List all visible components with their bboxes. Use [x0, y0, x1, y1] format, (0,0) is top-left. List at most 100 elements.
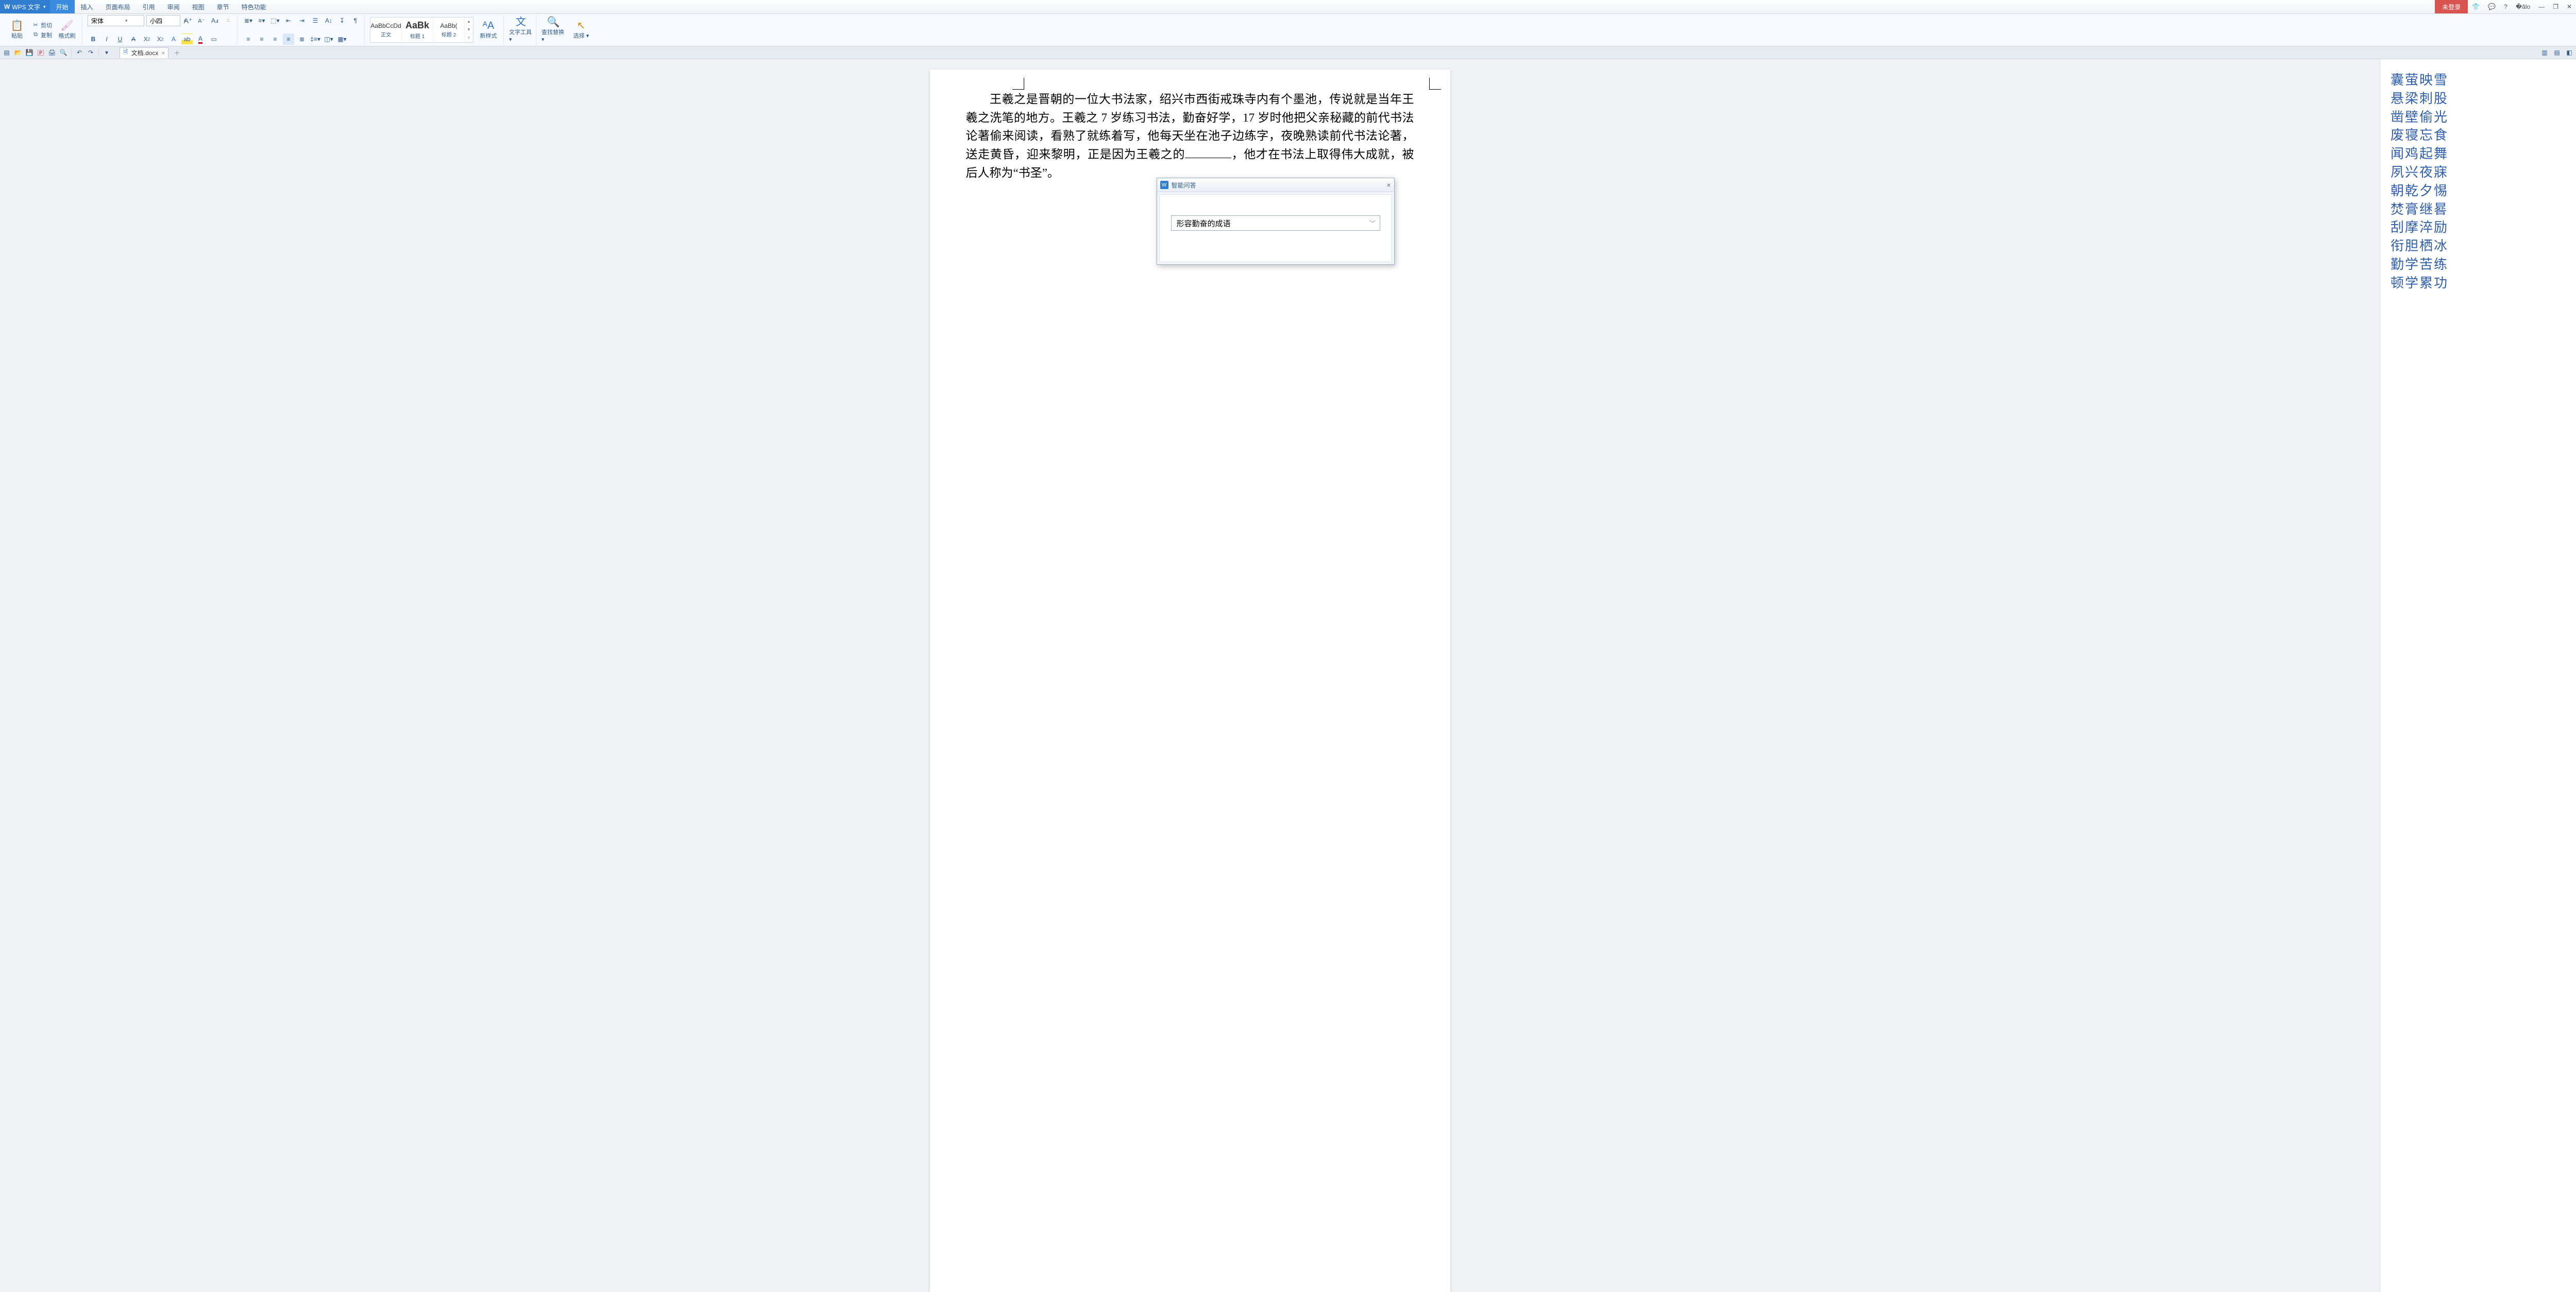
idiom-item[interactable]: 顿学累功 — [2391, 275, 2566, 292]
menu-tab-special[interactable]: 特色功能 — [235, 0, 273, 13]
page[interactable]: 王羲之是晋朝的一位大书法家，绍兴市西街戒珠寺内有个墨池，传说就是当年王羲之洗笔的… — [930, 70, 1450, 1292]
help-icon[interactable]: ? — [2500, 0, 2512, 13]
style-heading2[interactable]: AaBb( 标题 2 — [433, 18, 465, 42]
nav-pane-icon[interactable]: ▥ — [2540, 48, 2549, 57]
minimize-button[interactable]: — — [2534, 0, 2549, 13]
align-center-button[interactable]: ≡ — [256, 33, 267, 45]
borders-button[interactable]: ▦▾ — [336, 33, 348, 45]
char-border-button[interactable]: ▭ — [208, 33, 219, 45]
idiom-item[interactable]: 刮摩淬励 — [2391, 219, 2566, 236]
align-justify-button[interactable]: ≡ — [283, 33, 294, 45]
font-size-combo[interactable]: ▾ — [146, 15, 180, 26]
align-right-button[interactable]: ≡ — [269, 33, 281, 45]
qat-new-icon[interactable]: ▤ — [2, 48, 11, 57]
cut-button[interactable]: ✂剪切 — [32, 21, 52, 29]
strikethrough-button[interactable]: A — [128, 33, 139, 45]
new-style-button[interactable]: ᴬA 新样式 — [477, 21, 500, 40]
line-spacing-button[interactable]: ‡≡▾ — [310, 33, 321, 45]
dropdown-icon[interactable]: ﹀ — [1370, 219, 1376, 227]
close-button[interactable]: ✕ — [2563, 0, 2576, 13]
menu-tab-page-layout[interactable]: 页面布局 — [99, 0, 137, 13]
idiom-item[interactable]: 衔胆栖冰 — [2391, 237, 2566, 255]
qat-print-icon[interactable]: 🖨 — [47, 48, 57, 57]
dialog-input[interactable] — [1176, 218, 1370, 228]
increase-indent-button[interactable]: ⇥ — [296, 15, 308, 26]
style-gallery-scroll[interactable]: ▴▾▿ — [465, 18, 473, 42]
font-family-combo[interactable]: ▾ — [88, 15, 144, 26]
more-pane-icon[interactable]: ◧ — [2565, 48, 2574, 57]
dialog-titlebar[interactable]: W 智能问答 × — [1157, 178, 1394, 192]
smart-qa-dialog[interactable]: W 智能问答 × ﹀ — [1157, 178, 1395, 265]
italic-button[interactable]: I — [101, 33, 112, 45]
skin-icon[interactable]: 👕 — [2468, 0, 2484, 13]
qat-undo-icon[interactable]: ↶ — [75, 48, 84, 57]
login-button[interactable]: 未登录 — [2435, 0, 2468, 13]
document-tab[interactable]: 🗎 文档.docx × — [120, 47, 168, 58]
dialog-input-wrap[interactable]: ﹀ — [1171, 215, 1380, 231]
ribbon-toggle-icon[interactable]: �ălo — [2512, 0, 2534, 13]
text-tools-button[interactable]: 文 文字工具 ▾ — [509, 17, 533, 43]
tab-close-icon[interactable]: × — [161, 49, 165, 57]
highlight-button[interactable]: ab — [181, 33, 193, 45]
text-direction-button[interactable]: A↕ — [323, 15, 334, 26]
menu-tab-view[interactable]: 视图 — [186, 0, 211, 13]
idiom-item[interactable]: 闻鸡起舞 — [2391, 145, 2566, 163]
font-family-input[interactable] — [90, 16, 123, 25]
font-color-button[interactable]: A — [195, 33, 206, 45]
dialog-close-icon[interactable]: × — [1386, 181, 1391, 189]
style-normal[interactable]: AaBbCcDd 正文 — [370, 18, 402, 42]
find-replace-button[interactable]: 🔍 查找替换 ▾ — [541, 17, 565, 43]
menu-tab-start[interactable]: 开始 — [50, 0, 75, 13]
underline-button[interactable]: U — [114, 33, 126, 45]
idiom-item[interactable]: 朝乾夕惕 — [2391, 182, 2566, 200]
superscript-button[interactable]: X2 — [141, 33, 152, 45]
align-distribute-button[interactable]: ≣ — [296, 33, 308, 45]
numbering-button[interactable]: ≡▾ — [256, 15, 267, 26]
new-tab-button[interactable]: ＋ — [174, 48, 180, 57]
decrease-indent-button[interactable]: ⇤ — [283, 15, 294, 26]
show-marks-button[interactable]: ¶ — [350, 15, 361, 26]
document-area[interactable]: 王羲之是晋朝的一位大书法家，绍兴市西街戒珠寺内有个墨池，传说就是当年王羲之洗笔的… — [0, 59, 2380, 1292]
copy-button[interactable]: ⧉复制 — [32, 31, 52, 39]
multilevel-button[interactable]: ⬚▾ — [269, 15, 281, 26]
fill-blank[interactable] — [1185, 146, 1231, 158]
idiom-item[interactable]: 夙兴夜寐 — [2391, 164, 2566, 181]
menu-tab-insert[interactable]: 插入 — [75, 0, 99, 13]
qat-save-icon[interactable]: 💾 — [25, 48, 34, 57]
font-size-input[interactable] — [149, 16, 182, 25]
idiom-item[interactable]: 焚膏继晷 — [2391, 201, 2566, 218]
grow-font-button[interactable]: A⁺ — [182, 15, 194, 26]
idiom-item[interactable]: 勤学苦练 — [2391, 256, 2566, 274]
app-logo[interactable]: W WPS 文字 ▾ — [0, 0, 50, 13]
sort-button[interactable]: ↧ — [336, 15, 348, 26]
select-button[interactable]: ↖ 选择 ▾ — [569, 21, 593, 40]
shrink-font-button[interactable]: A⁻ — [196, 15, 207, 26]
task-pane-icon[interactable]: ▤ — [2552, 48, 2562, 57]
clear-format-button[interactable]: ⍨ — [223, 15, 234, 26]
text-effects-button[interactable]: A — [168, 33, 179, 45]
idiom-item[interactable]: 囊萤映雪 — [2391, 72, 2566, 89]
paste-button[interactable]: 📋 粘贴 — [5, 21, 29, 40]
menu-tab-sections[interactable]: 章节 — [211, 0, 235, 13]
change-case-button[interactable]: Aⅎ — [209, 15, 221, 26]
maximize-button[interactable]: ❐ — [2549, 0, 2563, 13]
idiom-item[interactable]: 废寝忘食 — [2391, 127, 2566, 144]
feedback-icon[interactable]: 💬 — [2484, 0, 2500, 13]
idiom-item[interactable]: 悬梁刺股 — [2391, 90, 2566, 108]
bullets-button[interactable]: ≣▾ — [243, 15, 254, 26]
idiom-item[interactable]: 凿壁偷光 — [2391, 109, 2566, 126]
document-body[interactable]: 王羲之是晋朝的一位大书法家，绍兴市西街戒珠寺内有个墨池，传说就是当年王羲之洗笔的… — [966, 90, 1414, 182]
align-left-button[interactable]: ≡ — [243, 33, 254, 45]
bold-button[interactable]: B — [88, 33, 99, 45]
shading-button[interactable]: ◫▾ — [323, 33, 334, 45]
tab-settings-button[interactable]: ☰ — [310, 15, 321, 26]
menu-tab-review[interactable]: 审阅 — [161, 0, 186, 13]
format-painter-button[interactable]: 🖌 格式刷 — [55, 21, 79, 40]
qat-saveas-icon[interactable]: 🄿 — [36, 48, 45, 57]
subscript-button[interactable]: X2 — [155, 33, 166, 45]
qat-customize-icon[interactable]: ▾ — [102, 48, 111, 57]
style-heading1[interactable]: AaBk 标题 1 — [402, 18, 433, 42]
qat-open-icon[interactable]: 📂 — [13, 48, 23, 57]
menu-tab-references[interactable]: 引用 — [137, 0, 161, 13]
qat-redo-icon[interactable]: ↷ — [86, 48, 95, 57]
